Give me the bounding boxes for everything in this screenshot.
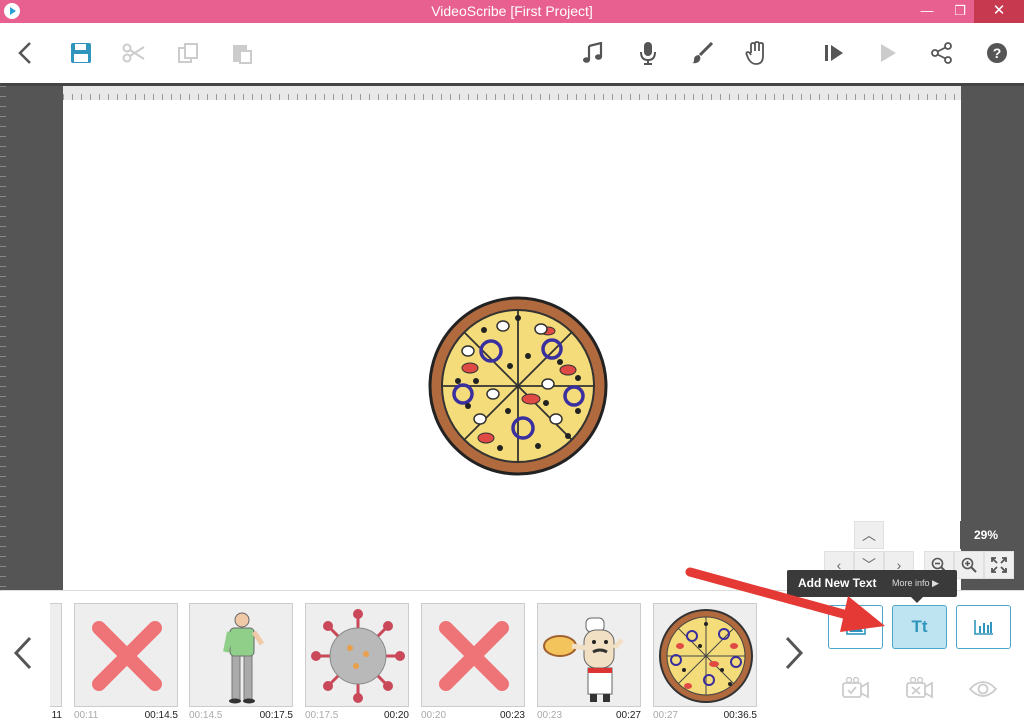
title-bar: VideoScribe [First Project] — ❐ ✕	[0, 0, 1024, 23]
restore-button[interactable]: ❐	[946, 0, 974, 23]
timeline-item-man[interactable]	[189, 603, 293, 707]
help-icon[interactable]: ?	[979, 35, 1015, 71]
add-image-button[interactable]	[828, 605, 883, 649]
horizontal-ruler	[63, 86, 961, 100]
timeline-next-button[interactable]	[779, 633, 809, 673]
microphone-icon[interactable]	[630, 35, 666, 71]
timeline-prev-button[interactable]	[8, 633, 38, 673]
camera-set-icon[interactable]	[838, 675, 872, 703]
preview-from-start-icon[interactable]	[816, 35, 852, 71]
pan-up-button[interactable]: ︿	[854, 521, 884, 549]
timeline-item-virus[interactable]	[305, 603, 409, 707]
camera-clear-icon[interactable]	[902, 675, 936, 703]
timeline-item-deleted[interactable]	[74, 603, 178, 707]
add-chart-button[interactable]	[956, 605, 1011, 649]
zoom-level: 29%	[960, 521, 1012, 549]
timeline-item-chef[interactable]	[537, 603, 641, 707]
hand-icon[interactable]	[738, 35, 774, 71]
image-icon	[845, 619, 866, 635]
partial-thumbnail[interactable]	[50, 603, 62, 707]
tooltip-more-info-link[interactable]: More info ▶	[892, 578, 939, 589]
fit-screen-icon[interactable]	[984, 551, 1014, 579]
copy-icon[interactable]	[170, 35, 206, 71]
svg-text:?: ?	[993, 45, 1002, 61]
timeline-item-pizza[interactable]	[653, 603, 757, 707]
add-text-button[interactable]: Tt	[892, 605, 947, 649]
paste-icon[interactable]	[224, 35, 260, 71]
cut-icon[interactable]	[116, 35, 152, 71]
scene-canvas[interactable]	[63, 100, 961, 590]
workspace: 29% ︿ ‹ ﹀ ›	[0, 83, 1024, 590]
add-text-tooltip: Add New Text More info ▶	[787, 570, 957, 603]
share-icon[interactable]	[924, 35, 960, 71]
text-icon: Tt	[911, 617, 928, 636]
music-icon[interactable]	[575, 35, 611, 71]
back-icon[interactable]	[8, 35, 44, 71]
timeline: 11 00:11 00:14.5 00:14.5 00:17.5 00:17.5…	[0, 590, 1024, 728]
close-button[interactable]: ✕	[974, 0, 1024, 23]
zoom-in-icon[interactable]	[954, 551, 984, 579]
vertical-ruler	[0, 86, 14, 590]
brush-icon[interactable]	[684, 35, 720, 71]
window-title: VideoScribe [First Project]	[431, 3, 593, 19]
timeline-item-deleted[interactable]	[421, 603, 525, 707]
tooltip-title: Add New Text	[798, 576, 877, 590]
minimize-button[interactable]: —	[913, 0, 941, 23]
play-icon[interactable]	[870, 35, 906, 71]
main-toolbar: ?	[0, 23, 1024, 83]
pizza-image[interactable]	[428, 296, 608, 476]
save-icon[interactable]	[63, 35, 99, 71]
eye-icon[interactable]	[966, 675, 1000, 703]
chart-icon	[973, 620, 993, 635]
